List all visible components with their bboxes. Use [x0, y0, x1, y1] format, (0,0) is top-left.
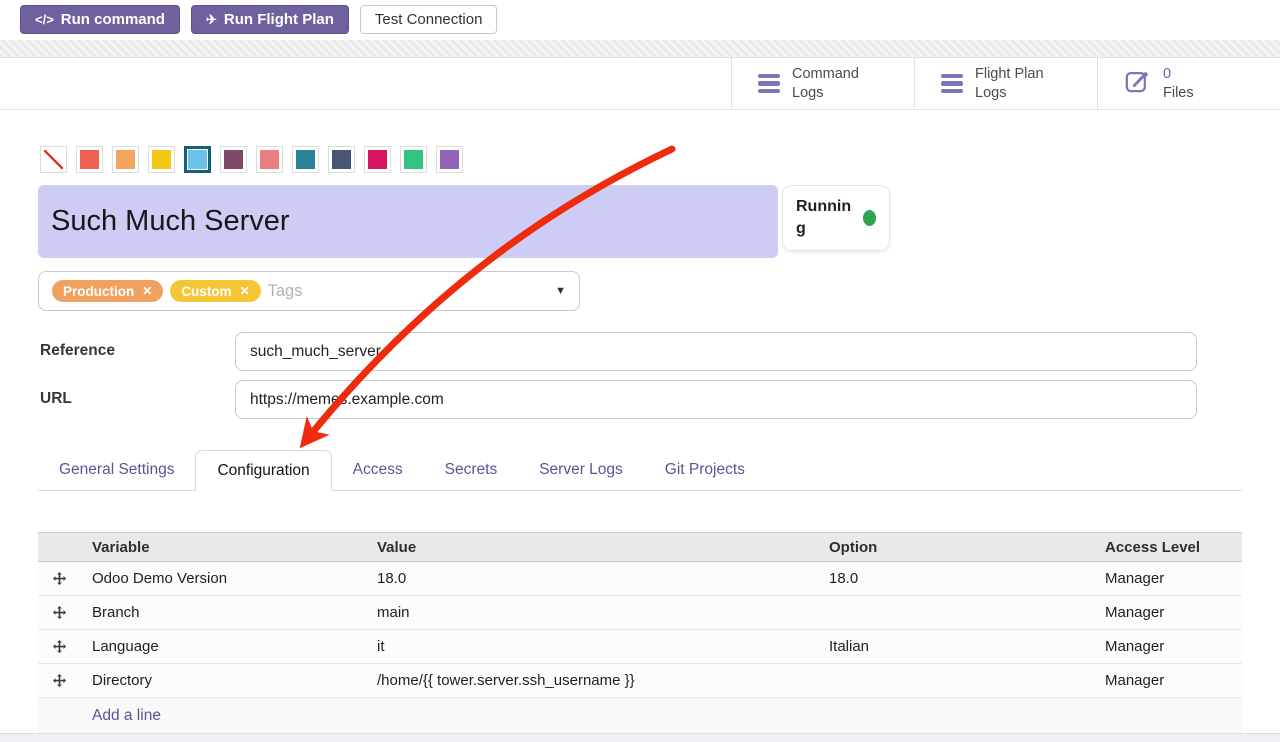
url-field-label: URL — [40, 390, 72, 408]
tag-custom[interactable]: Custom ✕ — [170, 280, 260, 302]
files-count-label: 0 Files — [1163, 65, 1194, 103]
drag-handle-icon[interactable] — [38, 606, 80, 619]
color-swatch-fuchsia[interactable] — [364, 146, 391, 173]
test-connection-label: Test Connection — [375, 11, 483, 28]
cell-variable[interactable]: Directory — [80, 672, 365, 689]
remove-tag-icon[interactable]: ✕ — [240, 284, 250, 298]
cell-value[interactable]: /home/{{ tower.server.ssh_username }} — [365, 672, 817, 689]
files-count: 0 — [1163, 66, 1171, 82]
stat-button-row: Command Logs Flight Plan Logs 0 Files — [0, 58, 1280, 110]
column-header-value[interactable]: Value — [365, 539, 817, 556]
edit-pencil-icon — [1124, 68, 1151, 100]
run-command-label: Run command — [61, 11, 165, 28]
cell-variable[interactable]: Branch — [80, 604, 365, 621]
tags-input[interactable]: Production ✕ Custom ✕ Tags ▼ — [38, 271, 580, 311]
top-toolbar: </> Run command ✈ Run Flight Plan Test C… — [20, 5, 497, 34]
plane-icon: ✈ — [206, 12, 217, 28]
color-swatch-medium-blue[interactable] — [292, 146, 319, 173]
drag-handle-icon[interactable] — [38, 640, 80, 653]
color-swatch-green[interactable] — [400, 146, 427, 173]
cell-variable[interactable]: Language — [80, 638, 365, 655]
color-swatch-yellow[interactable] — [148, 146, 175, 173]
column-header-variable[interactable]: Variable — [80, 539, 365, 556]
tab-general-settings[interactable]: General Settings — [38, 450, 195, 490]
cell-access-level[interactable]: Manager — [1093, 638, 1242, 655]
cell-access-level[interactable]: Manager — [1093, 570, 1242, 587]
run-command-button[interactable]: </> Run command — [20, 5, 180, 34]
hatched-divider-band — [0, 40, 1280, 58]
column-header-access-level[interactable]: Access Level — [1093, 539, 1242, 556]
url-input[interactable] — [235, 380, 1197, 419]
tags-placeholder: Tags — [268, 282, 303, 301]
table-header-row: Variable Value Option Access Level — [38, 532, 1242, 562]
tab-git-projects[interactable]: Git Projects — [644, 450, 766, 490]
cell-option[interactable]: Italian — [817, 638, 1093, 655]
color-swatch-light-blue-selected[interactable] — [184, 146, 211, 173]
record-title[interactable]: Such Much Server — [38, 185, 778, 258]
server-form-page: </> Run command ✈ Run Flight Plan Test C… — [0, 0, 1280, 742]
cell-option[interactable]: 18.0 — [817, 570, 1093, 587]
color-swatch-purple[interactable] — [436, 146, 463, 173]
color-swatch-orange[interactable] — [112, 146, 139, 173]
drag-handle-icon[interactable] — [38, 572, 80, 585]
add-line-row: Add a line — [38, 698, 1242, 734]
status-green-dot — [863, 210, 876, 226]
test-connection-button[interactable]: Test Connection — [360, 5, 498, 34]
cell-access-level[interactable]: Manager — [1093, 604, 1242, 621]
reference-field-label: Reference — [40, 342, 115, 360]
add-a-line-link[interactable]: Add a line — [92, 707, 161, 725]
code-icon: </> — [35, 12, 54, 27]
table-row[interactable]: Directory /home/{{ tower.server.ssh_user… — [38, 664, 1242, 698]
run-flight-plan-button[interactable]: ✈ Run Flight Plan — [191, 5, 349, 34]
tab-server-logs[interactable]: Server Logs — [518, 450, 644, 490]
flight-plan-logs-label: Flight Plan Logs — [975, 65, 1044, 103]
command-logs-stat-button[interactable]: Command Logs — [731, 58, 914, 109]
configuration-variables-table: Variable Value Option Access Level Odoo … — [38, 532, 1242, 734]
color-swatch-dark-purple[interactable] — [220, 146, 247, 173]
status-label: Running — [796, 196, 854, 239]
cell-value[interactable]: it — [365, 638, 817, 655]
run-flight-plan-label: Run Flight Plan — [224, 11, 334, 28]
table-row[interactable]: Language it Italian Manager — [38, 630, 1242, 664]
command-logs-label: Command Logs — [792, 65, 859, 103]
color-swatch-no-color[interactable] — [40, 146, 67, 173]
notebook-tabs: General Settings Configuration Access Se… — [38, 450, 1242, 491]
column-header-option[interactable]: Option — [817, 539, 1093, 556]
tab-access[interactable]: Access — [332, 450, 424, 490]
cell-variable[interactable]: Odoo Demo Version — [80, 570, 365, 587]
color-swatch-salmon-pink[interactable] — [256, 146, 283, 173]
files-stat-button[interactable]: 0 Files — [1097, 58, 1280, 109]
list-icon — [941, 74, 963, 94]
color-picker — [40, 146, 463, 173]
color-swatch-dark-blue[interactable] — [328, 146, 355, 173]
record-title-text: Such Much Server — [51, 205, 290, 238]
tab-configuration[interactable]: Configuration — [195, 450, 331, 491]
table-row[interactable]: Branch main Manager — [38, 596, 1242, 630]
list-icon — [758, 74, 780, 94]
cell-value[interactable]: main — [365, 604, 817, 621]
cell-access-level[interactable]: Manager — [1093, 672, 1242, 689]
flight-plan-logs-stat-button[interactable]: Flight Plan Logs — [914, 58, 1097, 109]
server-status-button[interactable]: Running — [782, 185, 890, 251]
tag-production[interactable]: Production ✕ — [52, 280, 163, 302]
dropdown-caret-icon[interactable]: ▼ — [555, 285, 566, 297]
color-swatch-red[interactable] — [76, 146, 103, 173]
table-row[interactable]: Odoo Demo Version 18.0 18.0 Manager — [38, 562, 1242, 596]
reference-input[interactable] — [235, 332, 1197, 371]
remove-tag-icon[interactable]: ✕ — [142, 284, 152, 298]
tab-secrets[interactable]: Secrets — [424, 450, 519, 490]
cell-value[interactable]: 18.0 — [365, 570, 817, 587]
drag-handle-icon[interactable] — [38, 674, 80, 687]
bottom-divider-band — [0, 733, 1280, 742]
